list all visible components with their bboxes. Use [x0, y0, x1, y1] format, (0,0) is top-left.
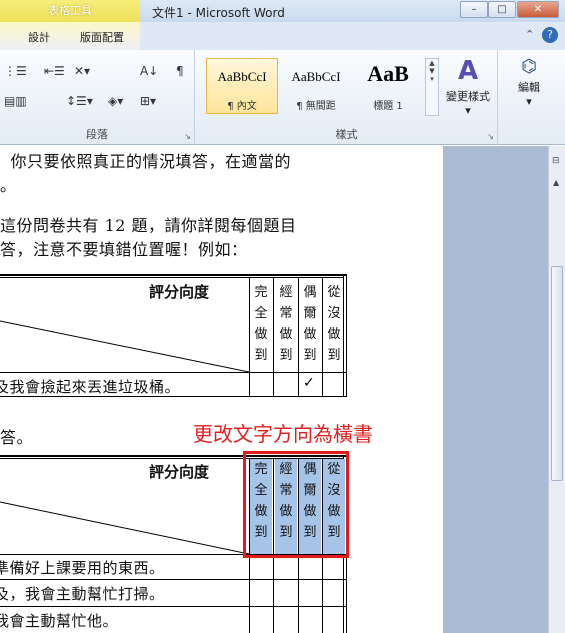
annotation-highlight-box: [243, 451, 349, 558]
styles-group: AaBbCcI ¶ 內文 AaBbCcI ¶ 無間距 AaB 標題 1 ▲ ▼ ▾ …: [196, 50, 498, 145]
table1-check-mark: ✓: [303, 375, 315, 391]
scroll-thumb[interactable]: [551, 266, 563, 481]
body-line-4: 答，注意不要填錯位置喔！例如：: [0, 240, 248, 259]
table-tools-context-label: 表格工具: [0, 0, 140, 22]
paragraph-group-label: 段落: [86, 128, 108, 141]
show-marks-icon[interactable]: ¶: [176, 64, 184, 78]
table1-col-3: 偶爾做到: [303, 285, 317, 363]
style-normal-label: ¶ 內文: [227, 101, 257, 112]
table1-col-1: 完全做到: [254, 285, 268, 363]
document-workspace: ，你只要依照真正的情況填答，在適當的 。 這份問卷共有 12 題，請你詳閱每個題…: [0, 146, 548, 633]
table1-header-title: 評分向度: [149, 283, 210, 301]
shading-icon[interactable]: ◈▾: [108, 94, 123, 108]
table1-row1-text: 及我會撿起來丟進垃圾桶。: [0, 378, 181, 396]
tab-design[interactable]: 設計: [28, 29, 50, 45]
style-heading1-sample: AaB: [367, 61, 409, 86]
table2-row-3: 我會主動幫忙他。: [0, 612, 119, 630]
table2-row-1: 準備好上課要用的東西。: [0, 559, 165, 577]
split-handle-icon[interactable]: ⊟: [552, 156, 562, 170]
table2-header-title: 評分向度: [149, 463, 210, 481]
styles-gallery-scroll[interactable]: ▲ ▼ ▾: [425, 58, 439, 116]
table1-diagonal: [0, 320, 249, 373]
body-line-2: 。: [0, 176, 17, 195]
paragraph-launcher-icon[interactable]: ↘: [184, 132, 191, 141]
ribbon: ⋮☰ ⇤☰ ✕▾ A↓ ¶ ▤▥ ↕☰▾ ◈▾ ⊞▾ 段落 ↘ AaBbCcI …: [0, 50, 565, 145]
style-normal-sample: AaBbCcI: [217, 69, 267, 84]
style-no-spacing-sample: AaBbCcI: [291, 69, 341, 84]
close-button[interactable]: ✕: [517, 1, 559, 18]
style-normal[interactable]: AaBbCcI ¶ 內文: [206, 58, 278, 114]
table2-diagonal: [0, 501, 249, 555]
justify-icon[interactable]: ▤▥: [4, 94, 27, 108]
change-styles-icon: A: [457, 56, 479, 86]
paragraph-group: ⋮☰ ⇤☰ ✕▾ A↓ ¶ ▤▥ ↕☰▾ ◈▾ ⊞▾ 段落 ↘: [0, 50, 195, 145]
scroll-up-icon[interactable]: ▲: [553, 178, 559, 187]
binoculars-icon: ⌬: [521, 56, 537, 77]
styles-group-label: 樣式: [335, 128, 358, 141]
annotation-text: 更改文字方向為橫書: [193, 422, 373, 446]
edit-label: 編輯: [518, 81, 540, 94]
tab-layout[interactable]: 版面配置: [80, 29, 124, 45]
chinese-layout-icon[interactable]: ✕▾: [74, 64, 90, 78]
body-line-5: 答。: [0, 428, 34, 447]
style-no-spacing-label: ¶ 無間距: [296, 101, 336, 112]
sort-icon[interactable]: A↓: [140, 64, 158, 78]
document-page[interactable]: ，你只要依照真正的情況填答，在適當的 。 這份問卷共有 12 題，請你詳閱每個題…: [0, 146, 443, 633]
maximize-button[interactable]: □: [488, 1, 516, 18]
ribbon-tab-row: 設計 版面配置 ⌃ ?: [0, 22, 565, 50]
minimize-button[interactable]: –: [460, 1, 488, 18]
table2-row-2: 及，我會主動幫忙打掃。: [0, 585, 165, 603]
borders-icon[interactable]: ⊞▾: [140, 94, 156, 108]
line-spacing-icon[interactable]: ↕☰▾: [66, 94, 93, 108]
style-no-spacing[interactable]: AaBbCcI ¶ 無間距: [280, 58, 352, 114]
title-bar: 表格工具 文件1 - Microsoft Word – □ ✕: [0, 0, 565, 22]
change-styles-button[interactable]: A 變更樣式 ▾: [438, 54, 498, 129]
help-icon[interactable]: ?: [542, 27, 558, 43]
document-title: 文件1 - Microsoft Word: [152, 6, 285, 20]
style-heading1[interactable]: AaB 標題 1: [352, 58, 424, 114]
decrease-indent-icon[interactable]: ⇤☰: [44, 64, 65, 78]
collapse-ribbon-icon[interactable]: ⌃: [525, 28, 534, 41]
vertical-scrollbar[interactable]: ⊟ ▲: [548, 146, 565, 633]
style-heading1-label: 標題 1: [373, 101, 403, 112]
body-line-1: ，你只要依照真正的情況填答，在適當的: [0, 152, 292, 171]
table1-col-2: 經常做到: [279, 285, 293, 363]
styles-launcher-icon[interactable]: ↘: [487, 132, 494, 141]
numbering-icon[interactable]: ⋮☰: [4, 64, 27, 78]
editing-group: ⌬ 編輯 ▾: [499, 50, 565, 145]
change-styles-label: 變更樣式: [446, 90, 490, 103]
edit-button[interactable]: ⌬ 編輯 ▾: [499, 54, 559, 129]
body-line-3: 這份問卷共有 12 題，請你詳閱每個題目: [0, 216, 297, 235]
table1-col-4: 從沒做到: [327, 285, 341, 363]
